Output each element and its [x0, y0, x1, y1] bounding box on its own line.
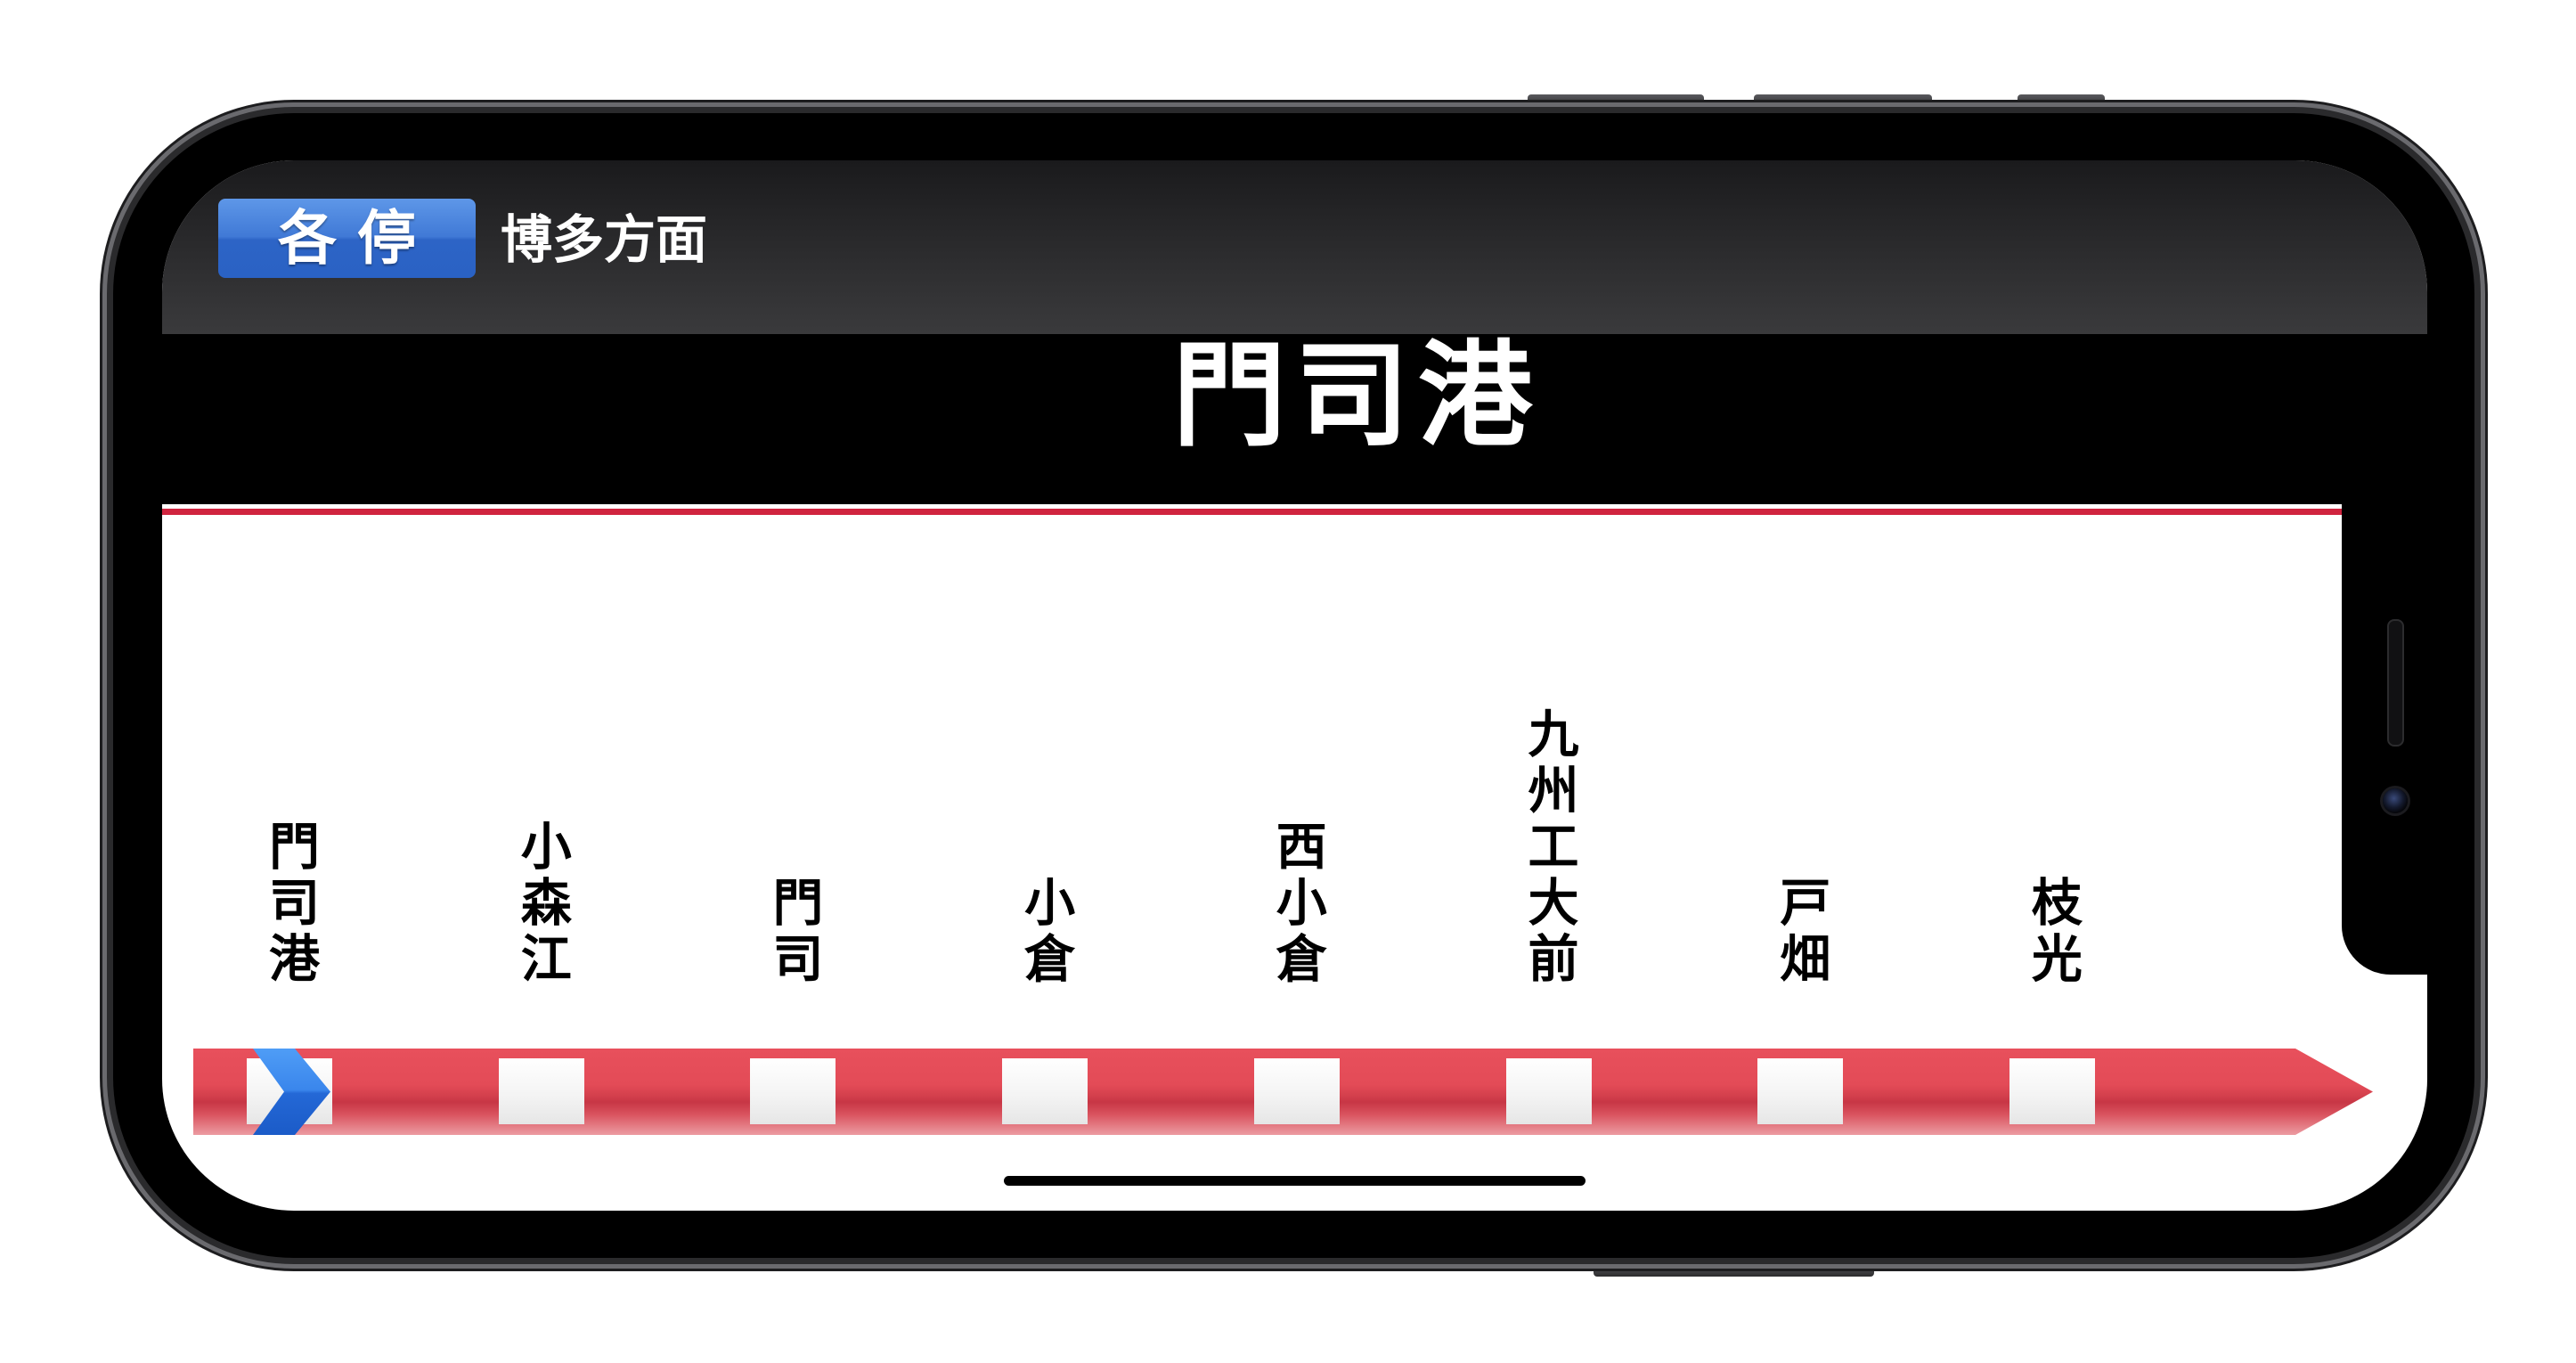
home-indicator[interactable]	[1004, 1176, 1586, 1186]
station-stop-marker	[498, 1058, 584, 1124]
phone-frame: 各 停 博多方面 門司港 門司港 小森江 門司 小倉 西小倉 九州工大前 戸畑 枝光	[102, 102, 2485, 1269]
station-label: 戸畑	[1771, 876, 1830, 988]
station-label: 西小倉	[1268, 820, 1327, 988]
station-label: 門司	[763, 876, 823, 988]
station-label: 門司港	[260, 820, 320, 988]
front-camera	[2383, 788, 2408, 813]
screen: 各 停 博多方面 門司港 門司港 小森江 門司 小倉 西小倉 九州工大前 戸畑 枝光	[162, 160, 2427, 1211]
station-stop-marker	[1757, 1058, 1844, 1124]
station-stop-marker	[750, 1058, 836, 1124]
station-label: 九州工大前	[1520, 707, 1578, 988]
route-line	[162, 1049, 2427, 1135]
station-label: 小倉	[1015, 876, 1075, 988]
station-stop-marker	[1253, 1058, 1340, 1124]
station-label: 小森江	[512, 820, 572, 988]
sensor-notch	[2342, 334, 2427, 975]
station-stop-marker	[1505, 1058, 1592, 1124]
station-stop-marker	[2009, 1058, 2095, 1124]
earpiece-speaker	[2387, 619, 2404, 747]
station-stop-marker	[1002, 1058, 1088, 1124]
station-label: 枝光	[2023, 876, 2083, 988]
